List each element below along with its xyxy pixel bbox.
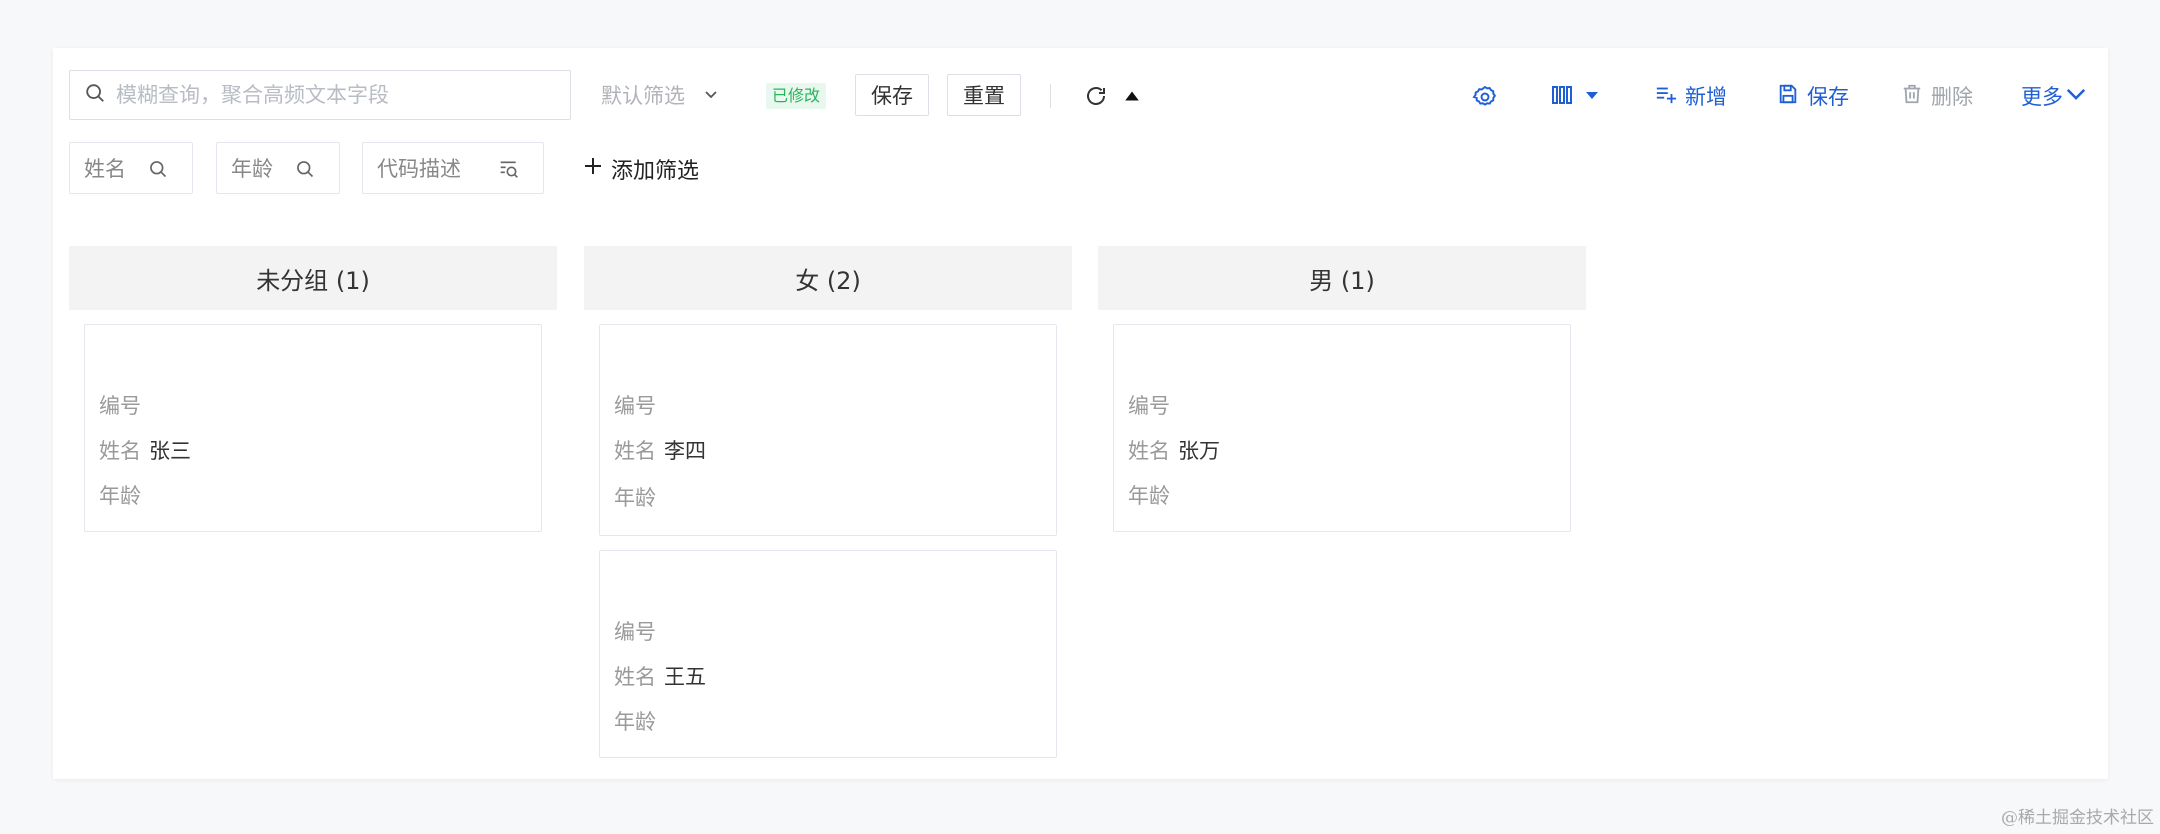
save-label: 保存 [1807, 85, 1849, 109]
field-value: 张万 [1178, 439, 1220, 463]
filter-preset-label: 默认筛选 [601, 84, 685, 108]
add-filter-label: 添加筛选 [611, 159, 700, 184]
save-button[interactable]: 保存 [1777, 76, 1849, 116]
search-icon [84, 82, 106, 108]
main-panel: 默认筛选 已修改 保存 重置 新增 保存 [53, 48, 2108, 779]
filter-chip-code-desc[interactable]: 代码描述 [362, 142, 544, 194]
field-label: 编号 [1128, 394, 1170, 418]
delete-label: 删除 [1931, 85, 1973, 109]
chevron-down-icon [703, 83, 719, 107]
plus-icon [583, 156, 603, 182]
save-disk-icon [1777, 83, 1799, 110]
field-label: 年龄 [614, 486, 656, 510]
reset-button[interactable]: 重置 [947, 74, 1021, 116]
add-list-icon [1655, 83, 1677, 110]
card-field-name: 姓名 张万 [1128, 435, 1220, 465]
kanban-card[interactable]: 编号 姓名 王五 年龄 [599, 550, 1057, 758]
kanban-column-ungrouped: 未分组 (1) 编号 姓名 张三 年龄 [69, 246, 557, 532]
add-button[interactable]: 新增 [1655, 76, 1727, 116]
card-field-id: 编号 [1128, 390, 1170, 420]
kanban-view-icon [1550, 83, 1574, 111]
card-field-age: 年龄 [99, 480, 141, 510]
column-header: 女 (2) [584, 246, 1072, 310]
filter-chip-age[interactable]: 年龄 [216, 142, 340, 194]
field-value: 张三 [149, 439, 191, 463]
card-field-id: 编号 [614, 616, 656, 646]
more-label: 更多 [2021, 85, 2063, 109]
card-field-age: 年龄 [1128, 480, 1170, 510]
field-label: 编号 [614, 620, 656, 644]
add-label: 新增 [1685, 85, 1727, 109]
field-label: 编号 [614, 394, 656, 418]
field-label: 年龄 [99, 484, 141, 508]
card-field-name: 姓名 王五 [614, 661, 706, 691]
kanban-column-female: 女 (2) 编号 姓名 李四 年龄 编号 姓名 王五 年龄 [584, 246, 1072, 758]
card-field-name: 姓名 张三 [99, 435, 191, 465]
card-field-age: 年龄 [614, 482, 656, 512]
field-value: 王五 [664, 665, 706, 689]
save-filter-button[interactable]: 保存 [855, 74, 929, 116]
kanban-card[interactable]: 编号 姓名 李四 年龄 [599, 324, 1057, 536]
watermark-text: @稀土掘金技术社区 [2001, 808, 2154, 828]
modified-badge: 已修改 [766, 83, 827, 109]
toolbar-divider [1050, 84, 1051, 108]
collapse-up-icon[interactable] [1119, 83, 1145, 109]
card-field-name: 姓名 李四 [614, 435, 706, 465]
card-field-id: 编号 [99, 390, 141, 420]
field-label: 年龄 [1128, 484, 1170, 508]
more-dropdown[interactable]: 更多 [2021, 76, 2087, 116]
kanban-column-male: 男 (1) 编号 姓名 张万 年龄 [1098, 246, 1586, 532]
filter-chip-label: 姓名 [84, 157, 126, 181]
caret-down-icon [1584, 87, 1600, 107]
field-label: 编号 [99, 394, 141, 418]
field-label: 姓名 [614, 439, 656, 463]
settings-gear-icon[interactable] [1469, 81, 1501, 113]
field-value: 李四 [664, 439, 706, 463]
card-field-age: 年龄 [614, 706, 656, 736]
filter-preset-select[interactable]: 默认筛选 [601, 70, 719, 120]
search-input[interactable] [116, 83, 536, 107]
card-field-id: 编号 [614, 390, 656, 420]
trash-icon [1901, 83, 1923, 110]
delete-button[interactable]: 删除 [1901, 76, 1973, 116]
filter-chip-label: 年龄 [231, 157, 273, 181]
filter-chip-name[interactable]: 姓名 [69, 142, 193, 194]
field-label: 姓名 [99, 439, 141, 463]
field-label: 姓名 [614, 665, 656, 689]
field-label: 姓名 [1128, 439, 1170, 463]
column-header: 男 (1) [1098, 246, 1586, 310]
field-label: 年龄 [614, 710, 656, 734]
view-switch-dropdown[interactable] [1543, 81, 1607, 113]
search-box[interactable] [69, 70, 571, 120]
kanban-card[interactable]: 编号 姓名 张三 年龄 [84, 324, 542, 532]
filter-chip-label: 代码描述 [377, 157, 461, 181]
chevron-down-icon [2065, 83, 2087, 110]
kanban-card[interactable]: 编号 姓名 张万 年龄 [1113, 324, 1571, 532]
add-filter-button[interactable]: 添加筛选 [583, 154, 699, 184]
column-header: 未分组 (1) [69, 246, 557, 310]
refresh-icon[interactable] [1081, 81, 1111, 111]
